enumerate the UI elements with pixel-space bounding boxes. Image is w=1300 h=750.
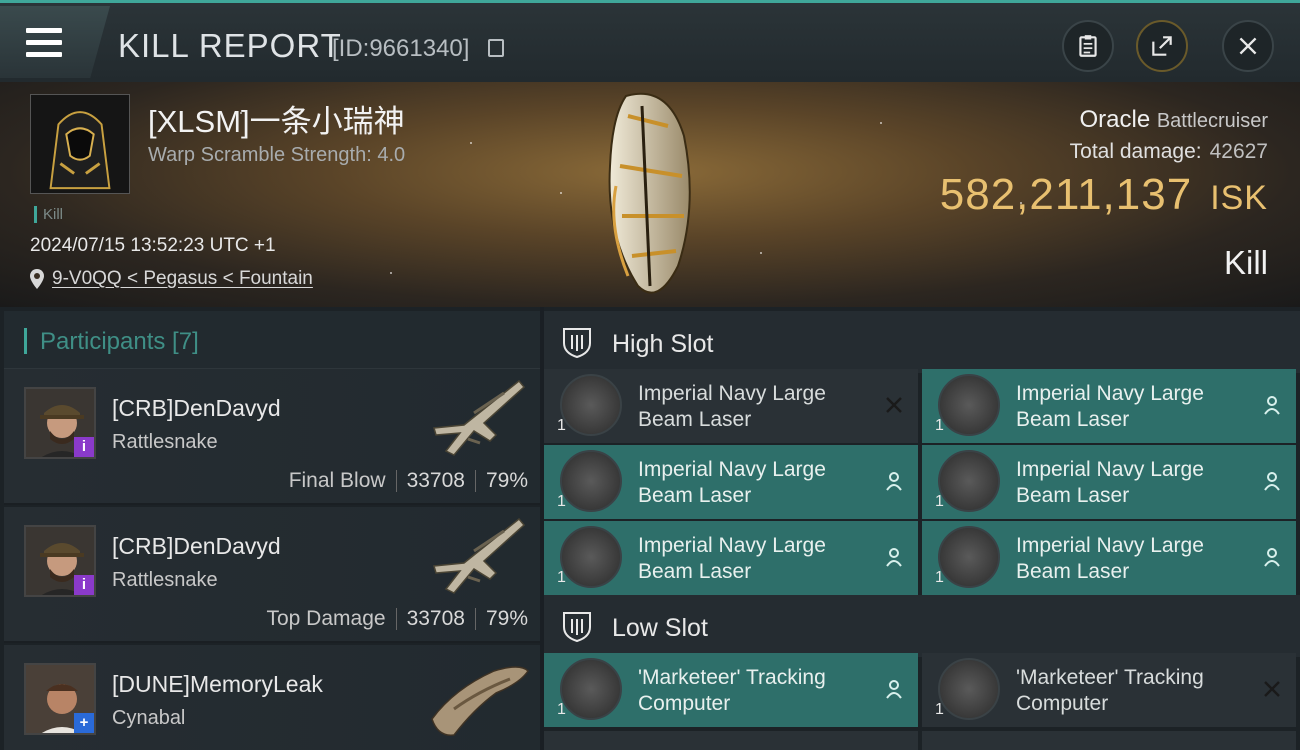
badge-icon: i bbox=[74, 437, 94, 457]
low-slot-header: Low Slot bbox=[544, 595, 1300, 657]
participant-name: [CRB]DenDavyd bbox=[112, 395, 281, 421]
participant-ship-image bbox=[433, 379, 526, 456]
close-icon bbox=[1239, 37, 1257, 55]
person-icon bbox=[1260, 545, 1284, 569]
destroyed-icon bbox=[882, 393, 906, 417]
location-text: 9-V0QQ < Pegasus < Fountain bbox=[52, 268, 313, 289]
destroyed-icon bbox=[1260, 677, 1284, 701]
module-item[interactable]: 1 'Marketeer' Tracking Computer bbox=[922, 653, 1296, 727]
high-slot-icon bbox=[563, 328, 591, 359]
warp-scramble-strength: Warp Scramble Strength: 4.0 bbox=[148, 144, 406, 166]
participant-ship: Cynabal bbox=[112, 707, 186, 729]
participants-label: Participants [7] bbox=[40, 328, 199, 355]
module-item[interactable]: 1 'Marketeer' Tracking Computer bbox=[544, 653, 918, 727]
victim-pilot-name[interactable]: [XLSM]一条小瑞神 bbox=[148, 96, 405, 141]
participant-stats: Top Damage 33708 79% bbox=[266, 607, 528, 630]
module-item[interactable]: 1 Imperial Navy Large Beam Laser bbox=[922, 521, 1296, 595]
kill-type-tag: Kill bbox=[34, 206, 63, 223]
participant-avatar: i bbox=[24, 525, 96, 597]
participant-name: [CRB]DenDavyd bbox=[112, 533, 281, 559]
module-item-partial[interactable] bbox=[544, 731, 918, 750]
victim-ship[interactable]: Oracle Battlecruiser bbox=[1079, 106, 1268, 134]
menu-button[interactable] bbox=[0, 6, 110, 78]
laser-module-icon bbox=[560, 450, 622, 512]
person-icon bbox=[1260, 393, 1284, 417]
participant-avatar: + bbox=[24, 663, 96, 735]
module-item[interactable]: 1 Imperial Navy Large Beam Laser bbox=[544, 369, 918, 443]
hamburger-icon bbox=[26, 28, 62, 58]
participants-header: Participants [7] bbox=[4, 311, 540, 369]
badge-icon: i bbox=[74, 575, 94, 595]
badge-icon: + bbox=[74, 713, 94, 733]
participant-name: [DUNE]MemoryLeak bbox=[112, 671, 323, 697]
participant-ship-image bbox=[433, 517, 526, 594]
tracking-computer-icon bbox=[560, 658, 622, 720]
victim-ship-image bbox=[608, 92, 691, 294]
laser-module-icon bbox=[560, 374, 622, 436]
page-title: KILL REPORT bbox=[118, 27, 342, 64]
participant-ship: Rattlesnake bbox=[112, 569, 218, 591]
helmet-portrait bbox=[31, 95, 129, 193]
share-button[interactable] bbox=[1136, 20, 1188, 72]
isk-value: 582,211,137 ISK bbox=[939, 170, 1268, 219]
kill-id: [ID:9661340] bbox=[332, 35, 470, 62]
close-button[interactable] bbox=[1222, 20, 1274, 72]
participant-avatar: i bbox=[24, 387, 96, 459]
module-item[interactable]: 1 Imperial Navy Large Beam Laser bbox=[922, 445, 1296, 519]
tracking-computer-icon bbox=[938, 658, 1000, 720]
participant-row[interactable]: i [CRB]DenDavyd Rattlesnake Final Blow 3… bbox=[4, 369, 540, 505]
participant-ship: Rattlesnake bbox=[112, 431, 218, 453]
laser-module-icon bbox=[560, 526, 622, 588]
participants-panel: Participants [7] i [CRB]DenDavyd Rattles… bbox=[0, 307, 540, 750]
fitting-panel: High Slot 1 Imperial Navy Large Beam Lase… bbox=[544, 307, 1300, 750]
person-icon bbox=[882, 677, 906, 701]
victim-avatar[interactable] bbox=[30, 94, 130, 194]
laser-module-icon bbox=[938, 374, 1000, 436]
kill-location-link[interactable]: 9-V0QQ < Pegasus < Fountain bbox=[30, 268, 313, 290]
victim-panel: [XLSM]一条小瑞神 Warp Scramble Strength: 4.0 … bbox=[0, 82, 1300, 307]
participant-row[interactable]: i [CRB]DenDavyd Rattlesnake Top Damage 3… bbox=[4, 507, 540, 643]
clipboard-icon bbox=[1079, 35, 1097, 57]
clipboard-button[interactable] bbox=[1062, 20, 1114, 72]
location-pin-icon bbox=[30, 269, 44, 289]
total-damage: Total damage: 42627 bbox=[1069, 140, 1268, 163]
person-icon bbox=[882, 469, 906, 493]
participant-ship-image bbox=[431, 666, 529, 736]
low-slot-icon bbox=[563, 612, 591, 643]
laser-module-icon bbox=[938, 450, 1000, 512]
module-item-partial[interactable] bbox=[922, 731, 1296, 750]
kill-result: Kill bbox=[1223, 244, 1268, 281]
share-icon bbox=[1152, 36, 1172, 56]
top-bar: KILL REPORT [ID:9661340] bbox=[0, 0, 1300, 82]
laser-module-icon bbox=[938, 526, 1000, 588]
module-item[interactable]: 1 Imperial Navy Large Beam Laser bbox=[544, 521, 918, 595]
participant-row[interactable]: + [DUNE]MemoryLeak Cynabal bbox=[4, 645, 540, 750]
participant-stats: Final Blow 33708 79% bbox=[288, 469, 528, 492]
copy-icon[interactable] bbox=[488, 39, 504, 57]
person-icon bbox=[1260, 469, 1284, 493]
kill-datetime: 2024/07/15 13:52:23 UTC +1 bbox=[30, 235, 276, 256]
person-icon bbox=[882, 545, 906, 569]
module-item[interactable]: 1 Imperial Navy Large Beam Laser bbox=[922, 369, 1296, 443]
high-slot-header: High Slot bbox=[544, 311, 1300, 373]
module-item[interactable]: 1 Imperial Navy Large Beam Laser bbox=[544, 445, 918, 519]
